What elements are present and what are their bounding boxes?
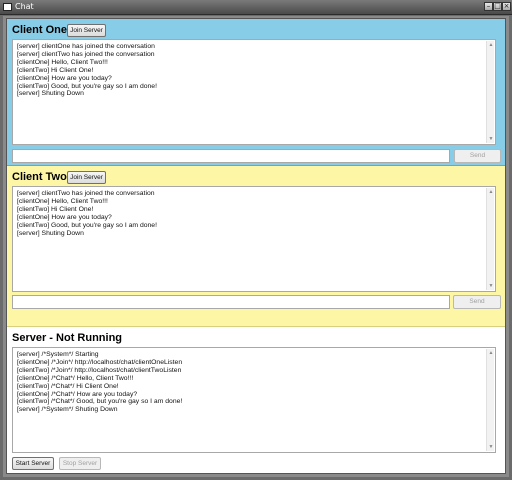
client-one-send-button[interactable]: Send <box>454 149 501 163</box>
log-line: [clientTwo] Good, but you're gay so I am… <box>17 82 157 90</box>
close-icon[interactable]: × <box>502 2 511 11</box>
scroll-down-icon[interactable]: ▼ <box>487 282 495 290</box>
log-line: [server] clientTwo has joined the conver… <box>17 50 155 58</box>
client-one-log[interactable]: [server] clientOne has joined the conver… <box>12 39 496 145</box>
client-one-join-button[interactable]: Join Server <box>67 24 106 37</box>
client-two-log[interactable]: [server] clientTwo has joined the conver… <box>12 186 496 292</box>
client-two-log-text: [server] clientTwo has joined the conver… <box>17 190 483 237</box>
log-line: [clientOne] Hello, Client Two!!! <box>17 58 108 66</box>
server-log-text: [server] /*System*/ Starting [clientOne] … <box>17 351 483 414</box>
client-two-join-button[interactable]: Join Server <box>67 171 106 184</box>
log-line: [clientTwo] /*Join*/ http://localhost/ch… <box>17 366 182 374</box>
scroll-down-icon[interactable]: ▼ <box>487 443 495 451</box>
log-line: [clientTwo] /*Chat*/ Hi Client One! <box>17 382 119 390</box>
scroll-down-icon[interactable]: ▼ <box>487 135 495 143</box>
log-line: [clientOne] How are you today? <box>17 213 112 221</box>
server-panel: Server - Not Running [server] /*System*/… <box>7 327 505 473</box>
log-line: [clientOne] /*Join*/ http://localhost/ch… <box>17 358 183 366</box>
client-two-title: Client Two <box>12 171 67 183</box>
client-one-scrollbar[interactable]: ▲ ▼ <box>486 41 494 143</box>
log-line: [server] Shuting Down <box>17 229 84 237</box>
start-server-button[interactable]: Start Server <box>12 457 54 470</box>
window-title: Chat <box>15 2 34 11</box>
client-one-log-text: [server] clientOne has joined the conver… <box>17 43 483 98</box>
minimize-icon[interactable]: – <box>484 2 493 11</box>
maximize-icon[interactable]: □ <box>493 2 502 11</box>
log-line: [clientOne] /*Chat*/ How are you today? <box>17 390 138 398</box>
log-line: [clientOne] How are you today? <box>17 74 112 82</box>
title-bar: Chat – □ × <box>0 0 512 15</box>
server-title: Server - Not Running <box>12 332 123 344</box>
client-two-send-button[interactable]: Send <box>453 295 501 309</box>
log-line: [clientTwo] /*Chat*/ Good, but you're ga… <box>17 398 183 406</box>
client-one-panel: Client One Join Server [server] clientOn… <box>7 19 505 166</box>
log-line: [clientOne] Hello, Client Two!!! <box>17 197 108 205</box>
app-icon <box>3 3 12 11</box>
client-two-scrollbar[interactable]: ▲ ▼ <box>486 188 494 290</box>
scroll-up-icon[interactable]: ▲ <box>487 41 495 49</box>
log-line: [clientOne] /*Chat*/ Hello, Client Two!!… <box>17 374 134 382</box>
log-line: [server] clientTwo has joined the conver… <box>17 190 155 197</box>
client-area: Client One Join Server [server] clientOn… <box>6 18 506 474</box>
scroll-up-icon[interactable]: ▲ <box>487 188 495 196</box>
log-line: [server] /*System*/ Starting <box>17 351 99 358</box>
client-two-panel: Client Two Join Server [server] clientTw… <box>7 166 505 327</box>
log-line: [server] /*System*/ Shuting Down <box>17 406 118 414</box>
log-line: [clientTwo] Good, but you're gay so I am… <box>17 221 157 229</box>
server-log[interactable]: [server] /*System*/ Starting [clientOne] … <box>12 347 496 453</box>
log-line: [server] Shuting Down <box>17 90 84 98</box>
log-line: [server] clientOne has joined the conver… <box>17 43 155 50</box>
server-scrollbar[interactable]: ▲ ▼ <box>486 349 494 451</box>
client-two-message-input[interactable] <box>12 295 450 309</box>
log-line: [clientTwo] Hi Client One! <box>17 205 94 213</box>
stop-server-button[interactable]: Stop Server <box>59 457 101 470</box>
client-one-message-input[interactable] <box>12 149 450 163</box>
log-line: [clientTwo] Hi Client One! <box>17 66 94 74</box>
scroll-up-icon[interactable]: ▲ <box>487 349 495 357</box>
client-one-title: Client One <box>12 24 68 36</box>
